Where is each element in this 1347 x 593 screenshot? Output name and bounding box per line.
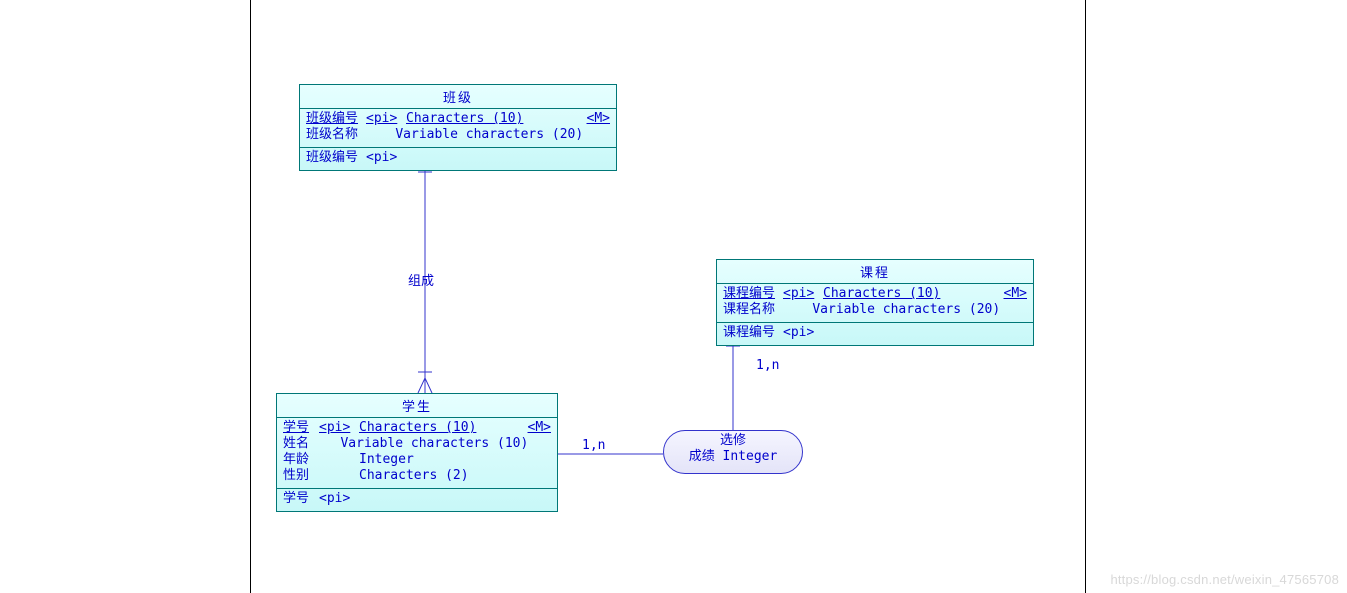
attr-name: 班级名称 [306,127,360,143]
attr-pi [360,127,396,143]
attr-mandatory [521,452,551,468]
attr-pi [777,302,813,318]
entity-student-body: 学号 <pi> Characters (10) <M> 姓名 Variable … [277,418,557,489]
attr-pi: <pi> [319,420,359,436]
page-border-right [1085,0,1086,593]
attr-pi [319,452,359,468]
watermark: https://blog.csdn.net/weixin_47565708 [1110,572,1339,587]
attr-name: 年龄 [283,452,319,468]
entity-class-attr-row: 班级编号 <pi> Characters (10) <M> [306,111,610,127]
attr-pi [319,468,359,484]
attr-name: 性别 [283,468,319,484]
attr-name: 学号 [283,420,319,436]
entity-course-attr-row: 课程编号 <pi> Characters (10) <M> [723,286,1027,302]
attr-name: 课程名称 [723,302,777,318]
entity-course-attr-row: 课程名称 Variable characters (20) [723,302,1027,318]
attr-type: Characters (10) [406,111,580,127]
attr-name: 课程编号 [723,286,783,302]
entity-student[interactable]: 学生 学号 <pi> Characters (10) <M> 姓名 Variab… [276,393,558,512]
entity-student-attr-row: 年龄 Integer [283,452,551,468]
entity-student-attr-row: 性别 Characters (2) [283,468,551,484]
cardinality-student-select: 1,n [582,438,605,453]
attr-mandatory [583,127,610,143]
entity-course-footer: 课程编号 <pi> [717,323,1033,345]
footer-name: 课程编号 [723,325,783,341]
entity-course[interactable]: 课程 课程编号 <pi> Characters (10) <M> 课程名称 Va… [716,259,1034,346]
entity-class-footer: 班级编号 <pi> [300,148,616,170]
footer-pi: <pi> [783,325,823,341]
attr-type: Variable characters (20) [395,127,583,143]
relationship-title: 选修 [664,433,802,449]
attr-pi: <pi> [783,286,823,302]
entity-student-attr-row: 学号 <pi> Characters (10) <M> [283,420,551,436]
attr-type: Characters (10) [359,420,521,436]
attr-mandatory [528,436,551,452]
attr-pi: <pi> [366,111,406,127]
entity-student-footer: 学号 <pi> [277,489,557,511]
cardinality-course-select: 1,n [756,358,779,373]
entity-course-title: 课程 [717,260,1033,284]
attr-pi [310,436,340,452]
footer-name: 班级编号 [306,150,366,166]
attr-type: Characters (2) [359,468,521,484]
attr-type: Integer [359,452,521,468]
attr-name: 姓名 [283,436,310,452]
attr-name: 班级编号 [306,111,366,127]
attr-mandatory: <M> [521,420,551,436]
attr-mandatory: <M> [580,111,610,127]
footer-pi: <pi> [319,491,359,507]
relationship-select[interactable]: 选修 成绩 Integer [663,430,803,474]
attr-type: Variable characters (20) [812,302,1000,318]
entity-class-attr-row: 班级名称 Variable characters (20) [306,127,610,143]
attr-type: Characters (10) [823,286,997,302]
footer-name: 学号 [283,491,319,507]
entity-class[interactable]: 班级 班级编号 <pi> Characters (10) <M> 班级名称 Va… [299,84,617,171]
relationship-attr: 成绩 Integer [664,449,802,465]
entity-class-body: 班级编号 <pi> Characters (10) <M> 班级名称 Varia… [300,109,616,148]
footer-pi: <pi> [366,150,406,166]
page-border-left [250,0,251,593]
attr-mandatory: <M> [997,286,1027,302]
entity-student-attr-row: 姓名 Variable characters (10) [283,436,551,452]
attr-mandatory [521,468,551,484]
link-compose-label: 组成 [408,270,434,289]
attr-mandatory [1000,302,1027,318]
entity-course-body: 课程编号 <pi> Characters (10) <M> 课程名称 Varia… [717,284,1033,323]
entity-student-title: 学生 [277,394,557,418]
entity-class-title: 班级 [300,85,616,109]
connector-lines [0,0,1347,593]
attr-type: Variable characters (10) [340,436,528,452]
